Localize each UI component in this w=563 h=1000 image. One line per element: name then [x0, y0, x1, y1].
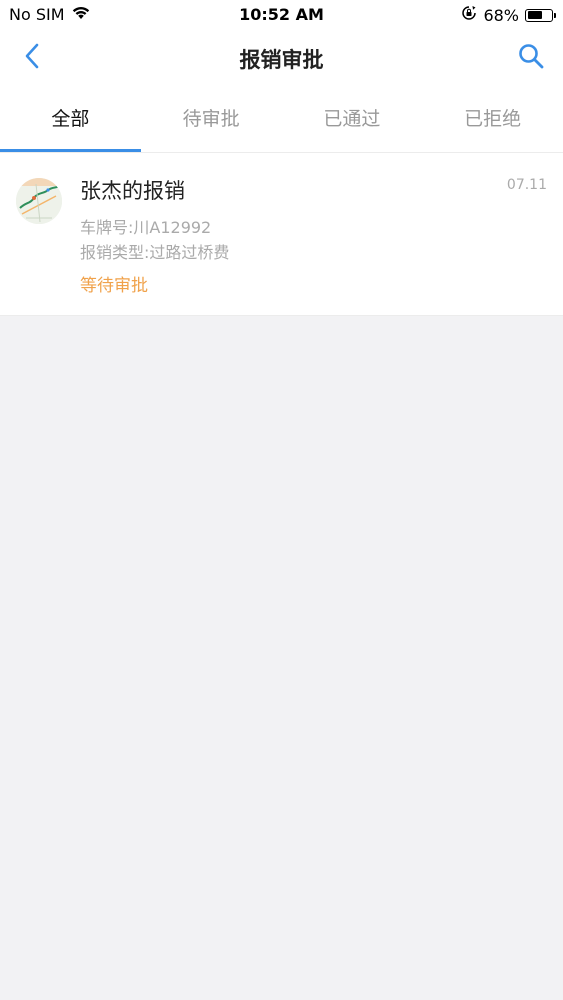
- list-item[interactable]: 张杰的报销 07.11 车牌号:川A12992 报销类型:过路过桥费 等待审批: [0, 153, 563, 316]
- item-plate-number: 车牌号:川A12992: [80, 218, 212, 237]
- map-thumbnail-icon: [16, 178, 62, 224]
- search-icon: [517, 42, 545, 74]
- status-right: 68%: [461, 5, 556, 25]
- tab-label: 全部: [51, 108, 90, 130]
- tab-pending[interactable]: 待审批: [141, 86, 282, 152]
- battery-icon: [525, 8, 556, 22]
- tab-all[interactable]: 全部: [0, 86, 141, 152]
- tab-approved[interactable]: 已通过: [282, 86, 423, 152]
- item-reimbursement-type: 报销类型:过路过桥费: [80, 243, 230, 262]
- tab-active-indicator: [0, 149, 141, 152]
- reimbursement-list: 张杰的报销 07.11 车牌号:川A12992 报销类型:过路过桥费 等待审批: [0, 153, 563, 316]
- item-title: 张杰的报销: [80, 179, 185, 203]
- filter-tabs: 全部 待审批 已通过 已拒绝: [0, 86, 563, 153]
- battery-level: [527, 11, 543, 19]
- item-date: 07.11: [506, 177, 547, 193]
- page-title: 报销审批: [239, 48, 324, 72]
- tab-rejected[interactable]: 已拒绝: [422, 86, 563, 152]
- tab-label: 待审批: [182, 108, 240, 130]
- orientation-lock-icon: [461, 5, 477, 25]
- status-bar: No SIM 10:52 AM 68%: [0, 0, 563, 30]
- nav-bar: 报销审批: [0, 30, 563, 86]
- tab-label: 已通过: [323, 108, 381, 130]
- status-badge: 等待审批: [80, 276, 148, 296]
- battery-percent: 68%: [483, 5, 519, 25]
- tab-label: 已拒绝: [464, 108, 522, 130]
- search-button[interactable]: [513, 40, 549, 76]
